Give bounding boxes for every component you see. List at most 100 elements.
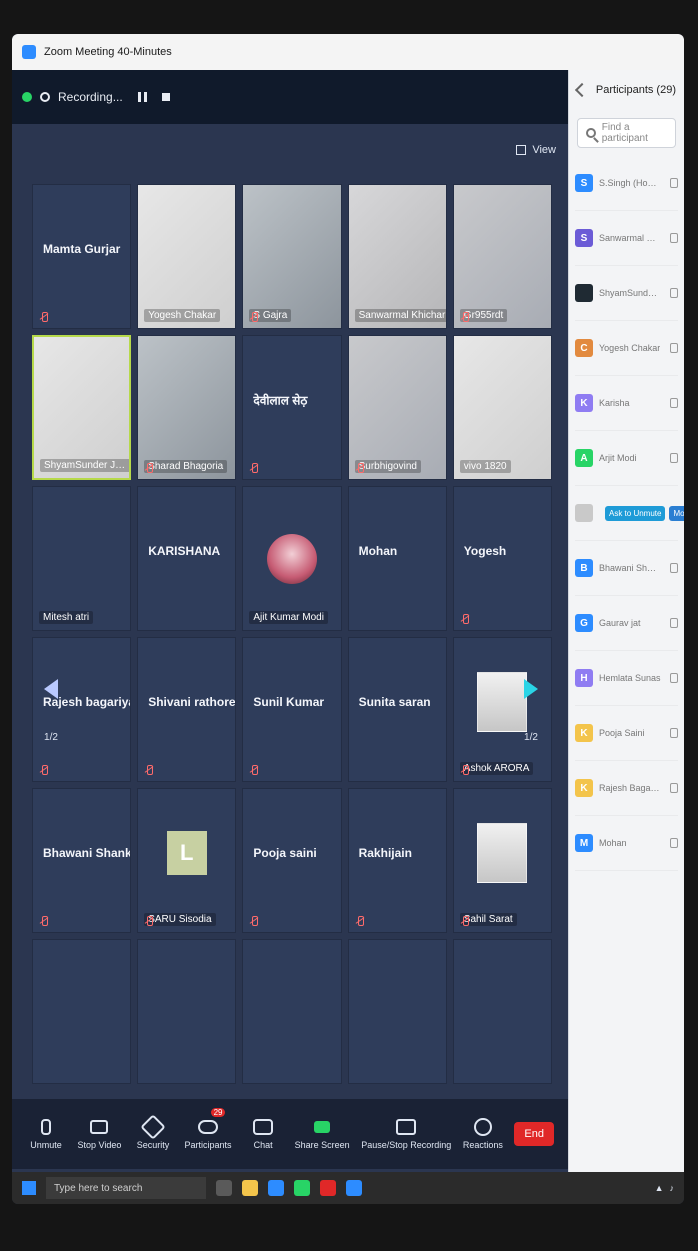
- participant-row[interactable]: S Sanwarmal Khichar: [575, 211, 678, 266]
- participants-button[interactable]: 29 Participants: [185, 1108, 232, 1150]
- taskbar-search[interactable]: Type here to search: [46, 1177, 206, 1199]
- stop-recording-icon[interactable]: [157, 88, 175, 106]
- participant-tile[interactable]: Sunil Kumar: [242, 637, 342, 782]
- participant-row[interactable]: A Arjit Modi: [575, 431, 678, 486]
- participant-tile[interactable]: Shivani rathore: [137, 637, 237, 782]
- stop-video-button[interactable]: Stop Video: [78, 1118, 122, 1150]
- grid-next-page[interactable]: 1/2: [518, 649, 544, 743]
- participant-tile[interactable]: Gr955rdt: [452, 184, 552, 329]
- reactions-icon: [472, 1118, 494, 1136]
- participant-tile[interactable]: Mitesh atri: [32, 486, 132, 631]
- participant-row-avatar: H: [575, 669, 593, 687]
- participant-row[interactable]: S S.Singh (Host, me): [575, 156, 678, 211]
- muted-mic-icon: [39, 312, 49, 322]
- participant-tile[interactable]: vivo 1820: [452, 335, 552, 480]
- participant-row[interactable]: AshokAsk to UnmuteMore >: [575, 486, 684, 541]
- participant-label: Ajit Kumar Modi: [249, 611, 328, 624]
- participant-tile[interactable]: [452, 939, 552, 1084]
- browser-icon[interactable]: [268, 1180, 284, 1196]
- participant-tile[interactable]: L SARU Sisodia: [137, 788, 237, 933]
- participant-tile[interactable]: ShyamSunder Jyani: [32, 335, 132, 480]
- collapse-panel-icon[interactable]: [574, 82, 590, 98]
- more-button[interactable]: More >: [669, 505, 684, 521]
- participant-mic-icon: [670, 563, 678, 573]
- pause-recording-icon[interactable]: [131, 88, 149, 106]
- participant-row[interactable]: H Hemlata Sunas: [575, 651, 678, 706]
- volume-icon[interactable]: ♪: [670, 1183, 675, 1193]
- view-label: View: [532, 144, 556, 156]
- participant-row[interactable]: C Yogesh Chakar: [575, 321, 678, 376]
- participant-mic-icon: [670, 178, 678, 188]
- participant-tile[interactable]: Yogesh Chakar: [137, 184, 237, 329]
- muted-mic-icon: [249, 463, 259, 473]
- pause-stop-recording-button[interactable]: Pause/Stop Recording: [361, 1118, 451, 1150]
- search-icon: [586, 128, 596, 138]
- participant-tile[interactable]: [32, 939, 132, 1084]
- muted-mic-icon: [460, 765, 470, 775]
- participant-tile[interactable]: Yogesh: [452, 486, 552, 631]
- participant-row[interactable]: M Mohan: [575, 816, 678, 871]
- participant-row-name: Mohan: [599, 838, 627, 848]
- participant-row-avatar: M: [575, 834, 593, 852]
- reactions-button[interactable]: Reactions: [463, 1118, 503, 1150]
- windows-start-icon[interactable]: [22, 1181, 36, 1195]
- chat-button[interactable]: Chat: [243, 1118, 283, 1150]
- participant-tile[interactable]: Sunita saran: [347, 637, 447, 782]
- participant-row-actions: [670, 453, 678, 463]
- participant-row-actions: [670, 398, 678, 408]
- participant-row-name: Karisha: [599, 398, 630, 408]
- participant-tile[interactable]: S Gajra: [242, 184, 342, 329]
- grid-prev-page[interactable]: 1/2: [38, 649, 64, 743]
- participant-tile[interactable]: [137, 939, 237, 1084]
- participant-mic-icon: [670, 673, 678, 683]
- participant-tile[interactable]: Rakhijain: [347, 788, 447, 933]
- muted-mic-icon: [39, 765, 49, 775]
- participant-tile[interactable]: Mohan: [347, 486, 447, 631]
- participant-tile[interactable]: Mamta Gurjar: [32, 184, 132, 329]
- recording-controls-icon: [395, 1118, 417, 1136]
- participant-mic-icon: [670, 453, 678, 463]
- participant-row-actions: Ask to UnmuteMore >: [605, 505, 684, 521]
- participant-tile[interactable]: Ajit Kumar Modi: [242, 486, 342, 631]
- participant-row[interactable]: ShyamSunder Jyani: [575, 266, 678, 321]
- participant-row[interactable]: B Bhawani Shankar: [575, 541, 678, 596]
- media-icon[interactable]: [320, 1180, 336, 1196]
- ask-to-unmute-button[interactable]: Ask to Unmute: [605, 505, 666, 521]
- participant-tile[interactable]: Surbhigovind: [347, 335, 447, 480]
- participant-tile[interactable]: KARISHANA: [137, 486, 237, 631]
- participant-tile[interactable]: Sanwarmal Khichar: [347, 184, 447, 329]
- participant-row[interactable]: K Karisha: [575, 376, 678, 431]
- view-button[interactable]: View: [516, 144, 556, 156]
- participant-name: Sunil Kumar: [253, 695, 325, 710]
- chrome-icon[interactable]: [294, 1180, 310, 1196]
- participant-tile[interactable]: Sharad Bhagoria: [137, 335, 237, 480]
- unmute-label: Unmute: [30, 1140, 62, 1150]
- security-button[interactable]: Security: [133, 1118, 173, 1150]
- participant-tile[interactable]: [347, 939, 447, 1084]
- network-icon[interactable]: ▲: [655, 1183, 664, 1193]
- end-meeting-button[interactable]: End: [514, 1122, 554, 1146]
- participant-tile[interactable]: Pooja saini: [242, 788, 342, 933]
- security-label: Security: [136, 1140, 170, 1150]
- task-view-icon[interactable]: [216, 1180, 232, 1196]
- participant-row[interactable]: K Pooja Saini: [575, 706, 678, 761]
- participant-search[interactable]: Find a participant: [577, 118, 676, 148]
- file-explorer-icon[interactable]: [242, 1180, 258, 1196]
- muted-mic-icon: [355, 463, 365, 473]
- zoom-taskbar-icon[interactable]: [346, 1180, 362, 1196]
- participant-tile[interactable]: Bhawani Shankar: [32, 788, 132, 933]
- participant-row[interactable]: K Rajesh Bagariya: [575, 761, 678, 816]
- participant-row[interactable]: G Gaurav jat: [575, 596, 678, 651]
- chevron-right-icon: [524, 679, 538, 699]
- unmute-button[interactable]: Unmute: [26, 1118, 66, 1150]
- participant-tile[interactable]: देवीलाल सेठ़: [242, 335, 342, 480]
- recording-label: Recording...: [58, 90, 123, 104]
- participant-tile[interactable]: [242, 939, 342, 1084]
- participant-label: SARU Sisodia: [144, 913, 216, 926]
- participant-label: Yogesh Chakar: [144, 309, 221, 322]
- participant-tile[interactable]: Sahil Sarat: [452, 788, 552, 933]
- participant-row-name: ShyamSunder Jyani: [599, 288, 661, 298]
- share-screen-button[interactable]: Share Screen: [295, 1118, 350, 1150]
- participant-video: [348, 185, 446, 328]
- participant-name: Sunita saran: [358, 695, 431, 710]
